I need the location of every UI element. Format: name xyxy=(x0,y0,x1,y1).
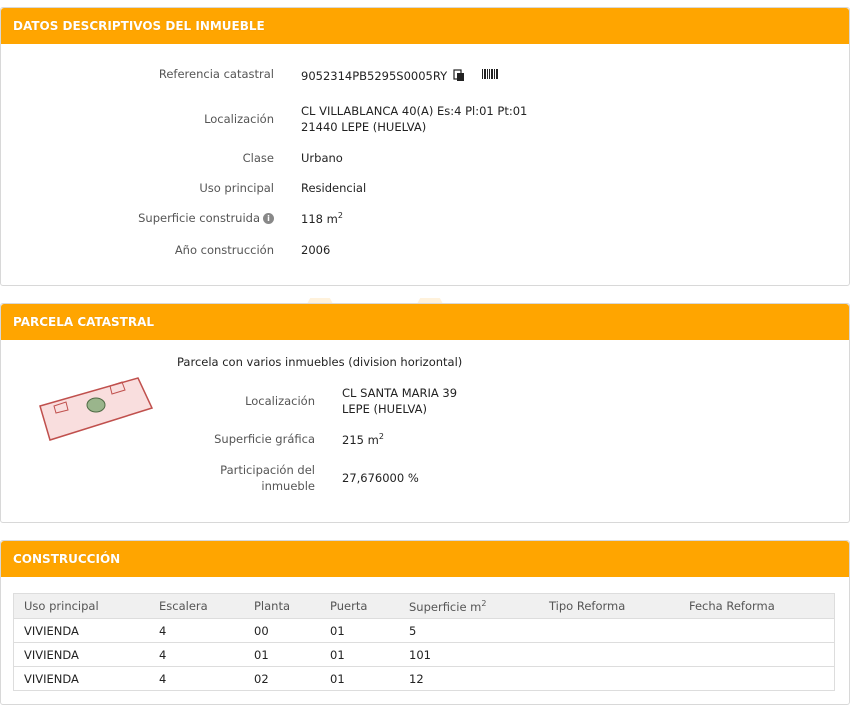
barcode-icon[interactable] xyxy=(482,69,499,81)
cell-fecha-reforma xyxy=(679,666,835,691)
unit-superscript: 2 xyxy=(481,598,487,608)
superficie-construida-label: Superficie construida xyxy=(138,211,260,225)
parcela-note: Parcela con varios inmuebles (division h… xyxy=(177,355,463,369)
participacion-label-line2: inmueble xyxy=(261,479,315,493)
col-planta: Planta xyxy=(244,593,320,619)
cell-superficie: 12 xyxy=(399,666,539,691)
col-superficie: Superficie m xyxy=(409,599,482,614)
panel-title: CONSTRUCCIÓN xyxy=(1,541,849,577)
participacion-value: 27,676000 % xyxy=(342,471,419,485)
cell-superficie: 101 xyxy=(399,642,539,667)
superficie-grafica-value: 215 m xyxy=(342,432,379,447)
cell-tipo-reforma xyxy=(539,642,679,667)
info-icon[interactable]: i xyxy=(263,213,274,224)
anio-construccion-value: 2006 xyxy=(301,243,331,257)
unit-superscript: 2 xyxy=(337,211,343,220)
cell-uso: VIVIENDA xyxy=(13,618,149,643)
parcel-map-thumbnail[interactable] xyxy=(36,372,156,442)
localizacion-line1: CL VILLABLANCA 40(A) Es:4 Pl:01 Pt:01 xyxy=(301,104,528,118)
superficie-grafica-label: Superficie gráfica xyxy=(214,432,315,446)
cell-puerta: 01 xyxy=(320,618,399,643)
unit-superscript: 2 xyxy=(378,432,384,441)
localizacion-line2: 21440 LEPE (HUELVA) xyxy=(301,120,427,134)
table-header-row: Uso principal Escalera Planta Puerta Sup… xyxy=(13,593,835,619)
cell-planta: 00 xyxy=(244,618,320,643)
ref-catastral-value: 9052314PB5295S0005RY xyxy=(301,69,499,83)
col-uso-principal: Uso principal xyxy=(13,593,149,619)
participacion-label-line1: Participación del xyxy=(220,463,315,477)
col-superficie-wrap: Superficie m2 xyxy=(399,593,539,619)
localizacion-label: Localización xyxy=(204,112,274,126)
superficie-construida-value-wrap: 118 m2 xyxy=(301,211,343,226)
panel-construccion: CONSTRUCCIÓN Uso principal Escalera Plan… xyxy=(0,540,850,705)
table-row: VIVIENDA 4 01 01 101 xyxy=(13,642,835,667)
cell-puerta: 01 xyxy=(320,642,399,667)
col-escalera: Escalera xyxy=(149,593,244,619)
cell-tipo-reforma xyxy=(539,618,679,643)
superficie-grafica-value-wrap: 215 m2 xyxy=(342,432,384,447)
ref-catastral-label: Referencia catastral xyxy=(158,67,274,81)
uso-principal-label: Uso principal xyxy=(199,181,274,195)
table-row: VIVIENDA 4 00 01 5 xyxy=(13,618,835,643)
superficie-construida-value: 118 m xyxy=(301,211,338,226)
parcela-localizacion-line1: CL SANTA MARIA 39 xyxy=(342,386,458,400)
cell-superficie: 5 xyxy=(399,618,539,643)
cell-fecha-reforma xyxy=(679,642,835,667)
uso-principal-value: Residencial xyxy=(301,181,367,195)
col-tipo-reforma: Tipo Reforma xyxy=(539,593,679,619)
anio-construccion-label: Año construcción xyxy=(174,243,274,257)
panel-datos-descriptivos: DATOS DESCRIPTIVOS DEL INMUEBLE Referenc… xyxy=(0,7,850,286)
cell-fecha-reforma xyxy=(679,618,835,643)
ref-catastral-text[interactable]: 9052314PB5295S0005RY xyxy=(301,69,447,83)
panel-parcela-catastral: PARCELA CATASTRAL Parcela con varios inm… xyxy=(0,303,850,523)
cell-escalera: 4 xyxy=(149,618,244,643)
cell-escalera: 4 xyxy=(149,666,244,691)
parcela-localizacion-label: Localización xyxy=(245,394,315,408)
col-puerta: Puerta xyxy=(330,599,368,613)
cell-puerta: 01 xyxy=(320,666,399,691)
panel-title: DATOS DESCRIPTIVOS DEL INMUEBLE xyxy=(1,8,849,44)
cell-tipo-reforma xyxy=(539,666,679,691)
cell-escalera: 4 xyxy=(149,642,244,667)
cell-planta: 02 xyxy=(244,666,320,691)
col-puerta-wrap: Puerta xyxy=(320,593,399,619)
col-fecha-reforma: Fecha Reforma xyxy=(679,593,835,619)
parcela-localizacion-line2: LEPE (HUELVA) xyxy=(342,402,427,416)
construccion-table: Uso principal Escalera Planta Puerta Sup… xyxy=(13,593,835,691)
superficie-construida-label-wrap: Superficie construida i xyxy=(61,211,274,225)
cell-uso: VIVIENDA xyxy=(13,642,149,667)
clase-value: Urbano xyxy=(301,151,343,165)
copy-icon[interactable] xyxy=(453,69,465,82)
clase-label: Clase xyxy=(242,151,274,165)
table-row: VIVIENDA 4 02 01 12 xyxy=(13,666,835,691)
cell-planta: 01 xyxy=(244,642,320,667)
panel-title: PARCELA CATASTRAL xyxy=(1,304,849,340)
cell-uso: VIVIENDA xyxy=(13,666,149,691)
